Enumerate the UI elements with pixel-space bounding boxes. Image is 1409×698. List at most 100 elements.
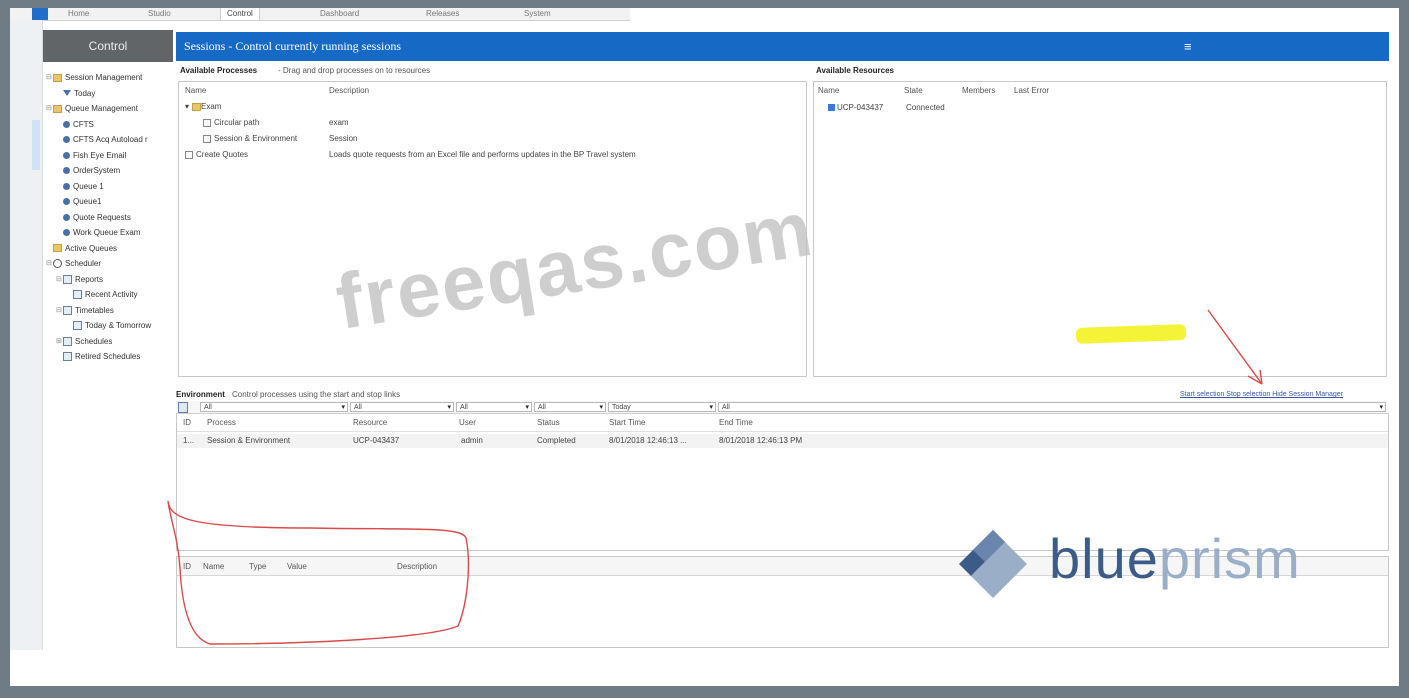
blueprism-logo: blueprism: [945, 524, 1385, 604]
processes-heading: Available Processes: [180, 66, 258, 75]
filter-toggle-icon[interactable]: [178, 402, 188, 413]
column-header-name[interactable]: Name: [818, 86, 839, 95]
column-header-id[interactable]: ID: [183, 562, 191, 571]
column-header-id[interactable]: ID: [183, 418, 191, 427]
expand-toggle-icon[interactable]: ⊟: [56, 272, 63, 288]
expand-toggle-icon[interactable]: ⊟: [46, 256, 53, 272]
filter-start-select[interactable]: Today ▾: [608, 402, 716, 412]
sidebar-header: Control: [43, 30, 173, 62]
queue-icon: [63, 167, 70, 175]
column-header-process[interactable]: Process: [207, 418, 236, 427]
session-status: Completed: [537, 436, 576, 445]
process-item[interactable]: Create Quotes: [185, 148, 248, 162]
tab-dashboard[interactable]: Dashboard: [320, 8, 359, 20]
column-header-name[interactable]: Name: [185, 86, 206, 95]
process-item[interactable]: Session & Environment: [203, 132, 297, 146]
column-header-value[interactable]: Value: [287, 562, 307, 571]
tab-system[interactable]: System: [524, 8, 551, 20]
process-name: Circular path: [214, 118, 260, 127]
process-item[interactable]: Circular path: [203, 116, 259, 130]
sidebar-item-quote-requests[interactable]: Quote Requests: [46, 210, 174, 226]
sidebar-item-retired-schedules[interactable]: Retired Schedules: [46, 349, 174, 365]
title-bar: Sessions - Control currently running ses…: [176, 32, 1389, 61]
application-window: Home Studio Control Dashboard Releases S…: [10, 8, 1399, 686]
tab-home[interactable]: Home: [68, 8, 89, 20]
process-icon: [203, 119, 211, 127]
queue-management-icon: [53, 104, 62, 113]
column-header-last-error[interactable]: Last Error: [1014, 86, 1049, 95]
queue-icon: [63, 151, 70, 159]
expand-toggle-icon[interactable]: ⊟: [46, 101, 53, 117]
session-links[interactable]: Start selection Stop selection Hide Sess…: [1180, 391, 1343, 398]
expand-arrow-icon[interactable]: ▾: [185, 100, 189, 114]
table-row[interactable]: 1... Session & Environment UCP-043437 ad…: [177, 434, 1388, 448]
column-header-status[interactable]: Status: [537, 418, 560, 427]
column-header-members[interactable]: Members: [962, 86, 995, 95]
sidebar-item-cfts-acq-autoload-r[interactable]: CFTS Acq Autoload r: [46, 132, 174, 148]
filter-process-select[interactable]: All ▾: [200, 402, 348, 412]
session-management-icon: [53, 73, 62, 82]
active-queues-icon: [53, 244, 62, 253]
sidebar-item-label: Retired Schedules: [75, 352, 141, 361]
sidebar-item-recent-activity[interactable]: Recent Activity: [46, 287, 174, 303]
sidebar-item-label: Recent Activity: [85, 290, 138, 299]
expand-toggle-icon[interactable]: ⊟: [46, 70, 53, 86]
column-header-end-time[interactable]: End Time: [719, 418, 753, 427]
sidebar-item-cfts[interactable]: CFTS: [46, 117, 174, 133]
queue-icon: [63, 120, 70, 128]
column-header-name[interactable]: Name: [203, 562, 224, 571]
column-header-type[interactable]: Type: [249, 562, 266, 571]
sidebar-item-label: Queue1: [73, 197, 102, 206]
resource-row[interactable]: UCP-043437: [828, 103, 883, 112]
sidebar-item-label: Fish Eye Email: [73, 150, 127, 160]
filter-user-select[interactable]: All ▾: [456, 402, 532, 412]
menu-icon[interactable]: ≡: [1184, 32, 1192, 61]
page-title: Sessions - Control currently running ses…: [184, 39, 401, 53]
sidebar-item-label: Reports: [75, 274, 104, 284]
process-description: exam: [329, 118, 349, 127]
column-header-description[interactable]: Description: [329, 86, 369, 95]
tab-studio[interactable]: Studio: [148, 8, 171, 20]
column-header-user[interactable]: User: [459, 418, 476, 427]
process-icon: [185, 151, 193, 159]
tab-control[interactable]: Control: [220, 8, 260, 20]
queue-icon: [63, 198, 70, 206]
sidebar-item-scheduler[interactable]: ⊟ Scheduler: [46, 256, 174, 272]
sidebar-item-work-queue-exam[interactable]: Work Queue Exam: [46, 225, 174, 241]
expand-toggle-icon[interactable]: ⊟: [56, 303, 63, 319]
sidebar-item-reports[interactable]: ⊟ Reports: [46, 272, 174, 288]
process-description: Loads quote requests from an Excel file …: [329, 150, 636, 159]
process-name: Create Quotes: [196, 150, 249, 159]
process-name: Session & Environment: [214, 134, 298, 143]
sidebar-item-label: CFTS Acq Autoload r: [73, 135, 148, 144]
tab-releases[interactable]: Releases: [426, 8, 459, 20]
sidebar-item-queue-management[interactable]: ⊟ Queue Management: [46, 101, 174, 117]
sidebar-item-today[interactable]: Today: [46, 86, 174, 102]
sidebar-item-label: Quote Requests: [73, 212, 131, 222]
sidebar-item-active-queues[interactable]: Active Queues: [46, 241, 174, 257]
sidebar-item-queue-1[interactable]: Queue 1: [46, 179, 174, 195]
sidebar-item-ordersystem[interactable]: OrderSystem: [46, 163, 174, 179]
process-icon: [203, 135, 211, 143]
sidebar-item-timetables[interactable]: ⊟ Timetables: [46, 303, 174, 319]
session-process: Session & Environment: [207, 436, 291, 445]
sidebar-item-label: Today & Tomorrow: [85, 321, 152, 330]
filter-status-select[interactable]: All ▾: [534, 402, 606, 412]
process-group[interactable]: ▾ Exam: [185, 100, 221, 114]
sidebar-item-queue1[interactable]: Queue1: [46, 194, 174, 210]
sidebar-tree: ⊟ Session Management Today ⊟ Queue Managemen…: [46, 70, 174, 365]
sidebar-item-fish-eye-email[interactable]: Fish Eye Email: [46, 148, 174, 164]
sidebar-item-label: Work Queue Exam: [73, 228, 141, 237]
column-header-state[interactable]: State: [904, 86, 923, 95]
filter-end-select[interactable]: All ▾: [718, 402, 1386, 412]
column-header-resource[interactable]: Resource: [353, 418, 387, 427]
sidebar-item-today-tomorrow[interactable]: Today & Tomorrow: [46, 318, 174, 334]
timetables-icon: [63, 305, 72, 315]
column-header-description[interactable]: Description: [397, 562, 437, 571]
sidebar-item-session-management[interactable]: ⊟ Session Management: [46, 70, 174, 86]
sidebar-item-schedules[interactable]: ⊞ Schedules: [46, 334, 174, 350]
expand-toggle-icon[interactable]: ⊞: [56, 334, 63, 350]
sidebar-item-label: Active Queues: [65, 243, 118, 253]
filter-resource-select[interactable]: All ▾: [350, 402, 454, 412]
column-header-start-time[interactable]: Start Time: [609, 418, 645, 427]
